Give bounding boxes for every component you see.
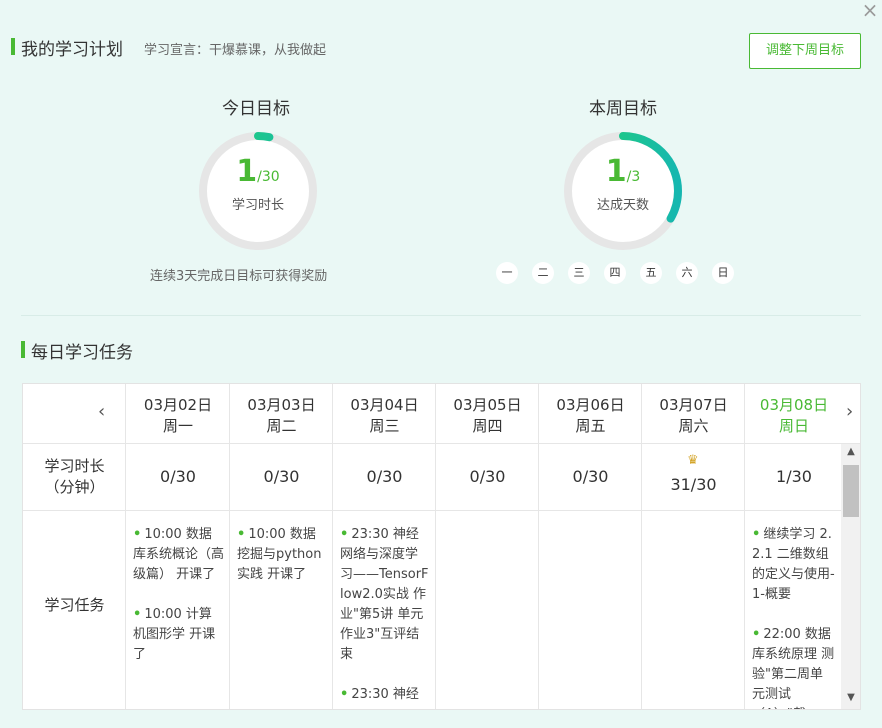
minutes-cell: 0/30: [469, 467, 506, 486]
day-header-tue: 03月03日 周二: [247, 396, 316, 435]
day-header-fri: 03月06日 周五: [556, 396, 625, 435]
task-cell-sun: • 继续学习 2.2.1 二维数组的定义与使用-1-概要 • 22:00 数据库系统…: [745, 511, 841, 709]
section-divider: [21, 315, 861, 316]
task-cell-tue: • 10:00 数据挖掘与python实践 开课了: [230, 511, 333, 709]
task-cell-wed: • 23:30 神经网络与深度学习——TensorFlow2.0实战 作业"第5讲…: [333, 511, 436, 709]
today-goal-label: 学习时长: [231, 198, 284, 213]
scroll-down-arrow-icon[interactable]: ▼: [841, 692, 860, 708]
week-goal-label: 达成天数: [596, 198, 649, 213]
title-accent-bar: [11, 38, 15, 55]
next-week-icon[interactable]: ›: [846, 401, 853, 422]
streak-reward-text: 连续3天完成日目标可获得奖励: [150, 269, 328, 284]
today-goal-value: 1/30: [236, 154, 280, 189]
day-header-sun-today: 03月08日 周日: [759, 396, 829, 435]
tasks-row-label: 学习任务: [44, 596, 105, 614]
weekday-wed: 三: [568, 262, 590, 284]
close-icon[interactable]: ×: [860, 0, 880, 21]
weekday-thu: 四: [604, 262, 626, 284]
task-item[interactable]: • 23:30 神经: [340, 685, 430, 705]
weekday-indicators: 一 二 三 四 五 六 日: [496, 262, 748, 284]
minutes-cell: 0/30: [366, 467, 403, 486]
daily-task-table: ‹ › 03月02日 周一 03月03日 周二 03月04日 周三 03月05日 周四 …: [22, 383, 861, 710]
weekday-fri: 五: [640, 262, 662, 284]
page-title: 我的学习计划: [21, 40, 123, 60]
week-goal-ring: 1/3 达成天数: [562, 130, 684, 252]
scroll-up-arrow-icon[interactable]: ▲: [841, 446, 860, 462]
crown-icon: ♛: [687, 453, 699, 468]
task-item[interactable]: •22:00 数据库系统原理 测验"第二周单元测试（A）"截: [752, 625, 835, 709]
today-goal-ring: 1/30 学习时长: [197, 130, 319, 252]
prev-week-icon[interactable]: ‹: [98, 401, 105, 422]
task-item[interactable]: • 10:00 数据库系统概论（高级篇） 开课了: [133, 525, 224, 585]
minutes-cell: 0/30: [160, 467, 196, 486]
task-item[interactable]: • 继续学习 2.2.1 二维数组的定义与使用-1-概要: [752, 525, 835, 605]
label-column: [23, 384, 126, 709]
day-header-wed: 03月04日 周三: [350, 396, 419, 435]
weekday-mon: 一: [496, 262, 518, 284]
adjust-next-week-goal-button[interactable]: 调整下周目标: [749, 33, 861, 69]
week-goal-value: 1/3: [605, 154, 641, 189]
task-item[interactable]: • 10:00 计算机图形学 开课了: [133, 605, 224, 665]
weekday-sat: 六: [676, 262, 698, 284]
weekday-sun: 日: [712, 262, 734, 284]
daily-tasks-title: 每日学习任务: [31, 343, 133, 363]
table-scrollbar[interactable]: ▲ ▼: [841, 444, 860, 709]
today-goal-title: 今日目标: [222, 99, 290, 119]
day-header-mon: 03月02日 周一: [143, 396, 213, 435]
task-cell-mon: • 10:00 数据库系统概论（高级篇） 开课了 • 10:00 计算机图形学 开课…: [126, 511, 230, 709]
minutes-row-label: 学习时长 （分钟）: [44, 457, 105, 496]
study-motto: 学习宣言：干爆慕课，从我做起: [144, 43, 327, 58]
task-item[interactable]: • 23:30 神经网络与深度学习——TensorFlow2.0实战 作业"第5讲…: [340, 525, 430, 665]
minutes-cell: 0/30: [263, 467, 300, 486]
daily-accent-bar: [21, 341, 25, 358]
scroll-thumb[interactable]: [843, 465, 859, 517]
day-header-thu: 03月05日 周四: [453, 396, 522, 435]
week-goal-title: 本周目标: [589, 99, 657, 119]
task-item[interactable]: • 10:00 数据挖掘与python实践 开课了: [237, 525, 327, 585]
day-header-sat: 03月07日 周六: [659, 396, 728, 435]
weekday-tue: 二: [532, 262, 554, 284]
minutes-cell: 0/30: [572, 467, 609, 486]
